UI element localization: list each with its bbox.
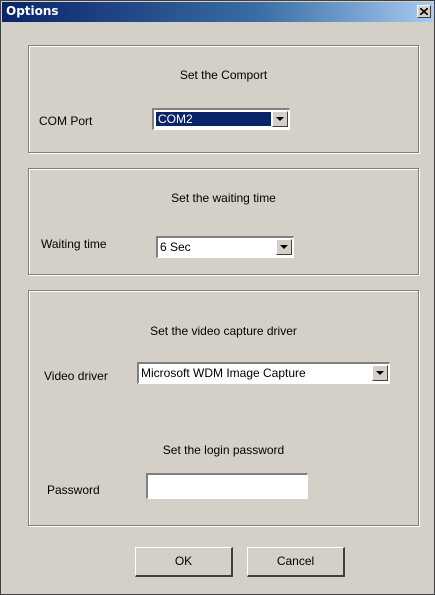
waiting-dropdown-button[interactable] [276,239,292,255]
video-group: Set the video capture driver Video drive… [28,290,419,526]
waiting-select[interactable]: 6 Sec [156,236,294,258]
title-bar[interactable]: Options [2,2,433,22]
password-input[interactable] [146,473,308,499]
cancel-button[interactable]: Cancel [247,547,345,577]
close-button[interactable] [417,5,431,18]
comport-select[interactable]: COM2 [152,108,290,130]
waiting-value: 6 Sec [160,240,191,254]
waiting-caption: Set the waiting time [171,191,276,205]
video-value: Microsoft WDM Image Capture [141,366,306,380]
video-dropdown-button[interactable] [372,365,388,381]
video-label: Video driver [44,369,108,383]
options-dialog: Options Set the Comport COM Port COM2 Se… [0,0,435,595]
close-icon [420,8,428,15]
window-title: Options [6,4,59,18]
video-caption: Set the video capture driver [150,324,297,338]
video-select[interactable]: Microsoft WDM Image Capture [137,362,390,384]
comport-caption: Set the Comport [179,68,268,82]
comport-dropdown-button[interactable] [272,111,288,127]
waiting-group: Set the waiting time Waiting time 6 Sec [28,168,419,275]
comport-label: COM Port [39,114,93,128]
comport-group: Set the Comport COM Port COM2 [28,45,419,153]
comport-value: COM2 [156,112,271,126]
password-caption: Set the login password [162,443,285,457]
chevron-down-icon [276,117,284,121]
waiting-label: Waiting time [41,237,107,251]
chevron-down-icon [376,371,384,375]
chevron-down-icon [280,245,288,249]
password-label: Password [47,483,100,497]
ok-button[interactable]: OK [135,547,233,577]
